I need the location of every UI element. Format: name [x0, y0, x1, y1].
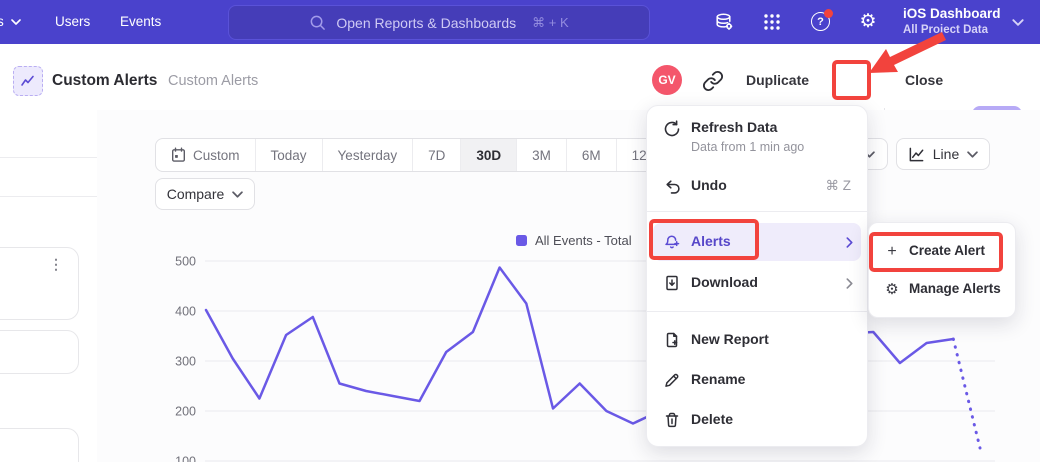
new-report-icon [663, 331, 681, 349]
submenu-item-create-alert[interactable]: + Create Alert [869, 233, 1015, 271]
apps-grid-icon[interactable] [762, 12, 782, 32]
line-chart-icon [20, 73, 36, 89]
project-name: iOS Dashboard [903, 4, 1001, 23]
alerts-submenu: + Create Alert ⚙ Manage Alerts [868, 222, 1016, 318]
search-shortcut: ⌘ + K [532, 15, 569, 31]
menu-item-label: Refresh Data [691, 119, 777, 135]
project-chevron-down-icon [1012, 19, 1024, 26]
nav-item-users[interactable]: Users [55, 0, 90, 44]
menu-item-new-report[interactable]: New Report [647, 320, 867, 360]
menu-divider [647, 311, 867, 312]
avatar[interactable]: GV [652, 65, 682, 95]
undo-shortcut: ⌘ Z [826, 178, 852, 194]
sidebar-divider [0, 196, 97, 197]
svg-text:400: 400 [175, 305, 196, 319]
sidebar-card[interactable] [0, 428, 79, 462]
plus-icon: + [883, 243, 901, 261]
page-title: Custom Alerts [52, 72, 157, 90]
help-notification-dot [824, 9, 833, 18]
nav-item-partial[interactable]: s [0, 0, 21, 44]
left-sidebar: ⋮ [0, 110, 98, 462]
close-button[interactable]: Close [905, 72, 943, 88]
menu-item-label: New Report [691, 331, 769, 347]
menu-item-alerts[interactable]: Alerts [653, 223, 861, 261]
data-management-icon[interactable] [714, 12, 734, 32]
app-screen: s Users Events Open Reports & Dashboards… [0, 0, 1040, 462]
pencil-icon [663, 371, 681, 389]
sidebar-divider [0, 157, 97, 158]
nav-item-partial-label: s [0, 0, 4, 44]
menu-item-delete[interactable]: Delete [647, 400, 867, 440]
menu-item-label: Download [691, 274, 758, 290]
submenu-item-label: Manage Alerts [909, 281, 1001, 296]
menu-divider [647, 211, 867, 212]
svg-text:200: 200 [175, 405, 196, 419]
duplicate-button[interactable]: Duplicate [746, 72, 809, 88]
search-placeholder: Open Reports & Dashboards [336, 15, 516, 31]
menu-item-label: Delete [691, 411, 733, 427]
report-type-badge [13, 66, 43, 96]
download-icon [663, 274, 681, 292]
menu-item-label: Undo [691, 177, 727, 193]
global-search-input[interactable]: Open Reports & Dashboards ⌘ + K [228, 5, 650, 40]
menu-item-subtext: Data from 1 min ago [691, 140, 804, 154]
submenu-item-manage-alerts[interactable]: ⚙ Manage Alerts [869, 271, 1015, 309]
card-kebab-menu-icon[interactable]: ⋮ [49, 256, 63, 273]
chevron-right-icon [846, 278, 853, 289]
gear-icon: ⚙ [883, 281, 901, 299]
help-question-mark: ? [817, 16, 824, 28]
project-scope: All Project Data [903, 23, 1001, 38]
submenu-item-label: Create Alert [909, 243, 985, 258]
svg-text:300: 300 [175, 355, 196, 369]
undo-icon [663, 177, 681, 195]
refresh-icon [663, 120, 681, 138]
svg-text:500: 500 [175, 255, 196, 269]
sidebar-card[interactable] [0, 247, 79, 320]
more-options-menu: Refresh Data Data from 1 min ago Undo ⌘ … [646, 105, 868, 447]
svg-text:100: 100 [175, 455, 196, 462]
search-icon [309, 14, 326, 31]
settings-gear-icon[interactable]: ⚙ [858, 12, 878, 32]
nav-item-events[interactable]: Events [120, 0, 161, 44]
report-header: Custom Alerts Custom Alerts GV Duplicate… [0, 44, 1040, 111]
sidebar-card[interactable] [0, 330, 79, 374]
bell-plus-icon [663, 233, 681, 251]
breadcrumb: Custom Alerts [168, 73, 258, 89]
menu-item-undo[interactable]: Undo ⌘ Z [647, 168, 867, 204]
top-navbar: s Users Events Open Reports & Dashboards… [0, 0, 1040, 44]
project-selector[interactable]: iOS Dashboard All Project Data [903, 4, 1001, 38]
copy-link-icon[interactable] [702, 70, 724, 92]
menu-item-label: Rename [691, 371, 745, 387]
menu-item-refresh-data[interactable]: Refresh Data Data from 1 min ago [647, 116, 867, 164]
menu-item-rename[interactable]: Rename [647, 360, 867, 400]
gear-glyph: ⚙ [859, 11, 876, 32]
chevron-right-icon [846, 237, 853, 248]
menu-item-download[interactable]: Download [647, 263, 867, 303]
menu-item-label: Alerts [691, 233, 731, 249]
trash-icon [663, 411, 681, 429]
chevron-down-icon [11, 19, 21, 25]
